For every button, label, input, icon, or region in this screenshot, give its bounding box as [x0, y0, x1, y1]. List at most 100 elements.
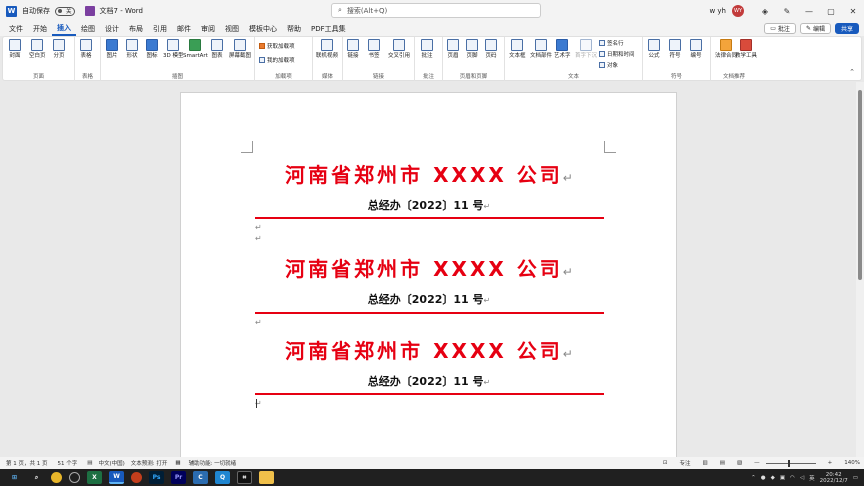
link-button[interactable]: 链接: [347, 39, 359, 59]
accessibility-status[interactable]: 辅助功能: 一切就绪: [189, 459, 237, 467]
symbol-button[interactable]: 符号: [669, 39, 681, 59]
word-icon[interactable]: W: [109, 471, 124, 484]
tab-home[interactable]: 开始: [28, 22, 52, 36]
autosave-toggle[interactable]: [55, 6, 75, 16]
focus-icon[interactable]: ⊡: [663, 460, 668, 466]
premiere-icon[interactable]: Pr: [171, 471, 186, 484]
chevron-up-icon[interactable]: ⌃: [751, 475, 756, 481]
my-addins-button[interactable]: 我的加载项: [259, 56, 295, 64]
print-layout-icon[interactable]: ▤: [720, 460, 725, 466]
quick-parts-button[interactable]: 文档部件: [530, 39, 552, 59]
page-break-button[interactable]: 分页: [53, 39, 65, 59]
text-prediction[interactable]: 文本预测: 打开: [131, 459, 168, 467]
avatar[interactable]: WY: [732, 5, 744, 17]
scrollbar-thumb[interactable]: [858, 90, 862, 280]
wifi-icon[interactable]: ◠: [790, 475, 795, 481]
table-button[interactable]: 表格: [80, 39, 92, 59]
restore-button[interactable]: ▢: [820, 0, 842, 22]
icons-button[interactable]: 图标: [146, 39, 158, 59]
tab-insert[interactable]: 插入: [52, 22, 76, 36]
object-button[interactable]: 对象: [599, 61, 618, 69]
tab-layout[interactable]: 布局: [124, 22, 148, 36]
word-count[interactable]: 51 个字: [58, 459, 78, 467]
equation-button[interactable]: 公式: [648, 39, 660, 59]
legal-contract-button[interactable]: 法律合同: [715, 39, 737, 59]
new-comment-button[interactable]: 批注: [421, 39, 433, 59]
search-icon[interactable]: ⌕: [29, 471, 44, 484]
tray-app-icon[interactable]: ●: [761, 475, 766, 481]
zoom-out-icon[interactable]: —: [754, 460, 760, 466]
tab-review[interactable]: 审阅: [196, 22, 220, 36]
language[interactable]: 中文(中国): [98, 459, 124, 467]
tab-references[interactable]: 引用: [148, 22, 172, 36]
screenshot-button[interactable]: 屏幕截图: [229, 39, 251, 59]
excel-icon[interactable]: X: [87, 471, 102, 484]
page-count[interactable]: 第 1 页，共 1 页: [6, 459, 48, 467]
user-name[interactable]: w yh: [709, 7, 726, 15]
3d-models-button[interactable]: 3D 模型: [163, 39, 183, 59]
chart-button[interactable]: 图表: [211, 39, 223, 59]
tab-design[interactable]: 设计: [100, 22, 124, 36]
editing-button[interactable]: ✎ 编辑: [799, 23, 831, 34]
tab-templates[interactable]: 模板中心: [244, 22, 282, 36]
picture-button[interactable]: 图片: [106, 39, 118, 59]
save-icon[interactable]: [84, 6, 95, 16]
cross-reference-button[interactable]: 交叉引用: [388, 39, 410, 59]
capcut-icon[interactable]: ⌗: [237, 471, 252, 484]
page-number-button[interactable]: 页码: [485, 39, 497, 59]
tab-help[interactable]: 帮助: [282, 22, 306, 36]
tab-file[interactable]: 文件: [4, 22, 28, 36]
zoom-level[interactable]: 140%: [844, 460, 860, 466]
close-button[interactable]: ✕: [842, 0, 864, 22]
date-time-button[interactable]: 日期和时间: [599, 50, 635, 58]
vertical-scrollbar[interactable]: [856, 82, 864, 457]
app-icon[interactable]: C: [193, 471, 208, 484]
start-icon[interactable]: ⊞: [7, 471, 22, 484]
focus-mode[interactable]: 专注: [680, 459, 691, 467]
notification-icon[interactable]: ▭: [853, 475, 858, 481]
proofing-icon[interactable]: ▤: [87, 460, 92, 466]
bookmark-button[interactable]: 书签: [368, 39, 380, 59]
online-video-button[interactable]: 联机视频: [316, 39, 338, 59]
smartart-button[interactable]: SmartArt: [183, 39, 208, 59]
get-addins-button[interactable]: 获取加载项: [259, 42, 295, 50]
number-button[interactable]: 编号: [690, 39, 702, 59]
tab-pdf[interactable]: PDF工具集: [306, 22, 351, 36]
folder-icon[interactable]: [259, 471, 274, 484]
powerpoint-icon[interactable]: [131, 472, 142, 483]
zoom-in-icon[interactable]: +: [828, 460, 833, 466]
security-icon[interactable]: ◆: [771, 475, 775, 481]
browser-icon[interactable]: [69, 472, 80, 483]
shapes-button[interactable]: 形状: [126, 39, 138, 59]
cover-button[interactable]: 封面: [9, 39, 21, 59]
share-button[interactable]: 共享: [834, 23, 859, 34]
blank-page-button[interactable]: 空白页: [29, 39, 46, 59]
drop-cap-button[interactable]: 首字下沉: [575, 39, 597, 59]
wordart-button[interactable]: 艺术字: [554, 39, 571, 59]
header-button[interactable]: 页眉: [447, 39, 459, 59]
photoshop-icon[interactable]: Ps: [149, 471, 164, 484]
document-page[interactable]: 河南省郑州市 XXXX 公司↵ 总经办〔2022〕11 号↵ ↵ ↵ 河南省郑州…: [180, 92, 677, 458]
textbox-button[interactable]: 文本框: [509, 39, 526, 59]
network-icon[interactable]: ▣: [780, 475, 785, 481]
messaging-icon[interactable]: Q: [215, 471, 230, 484]
footer-button[interactable]: 页脚: [466, 39, 478, 59]
web-layout-icon[interactable]: ▧: [737, 460, 742, 466]
search-box[interactable]: ⌕ 搜索(Alt+Q): [331, 3, 541, 18]
teaching-tools-button[interactable]: 教学工具: [735, 39, 757, 59]
tab-draw[interactable]: 绘图: [76, 22, 100, 36]
comments-button[interactable]: ▭ 批注: [764, 23, 796, 34]
tab-mailings[interactable]: 邮件: [172, 22, 196, 36]
tab-view[interactable]: 视图: [220, 22, 244, 36]
chrome-icon[interactable]: [51, 472, 62, 483]
macro-icon[interactable]: ▦: [175, 460, 180, 466]
signature-line-button[interactable]: 签名行: [599, 39, 624, 47]
pen-icon[interactable]: ✎: [776, 0, 798, 22]
diamond-icon[interactable]: ◈: [754, 0, 776, 22]
minimize-button[interactable]: —: [798, 0, 820, 22]
ime-icon[interactable]: 英: [809, 474, 815, 482]
volume-icon[interactable]: ◁: [800, 475, 804, 481]
read-mode-icon[interactable]: ▥: [703, 460, 708, 466]
zoom-slider[interactable]: [765, 459, 816, 467]
clock[interactable]: 20:42 2022/12/7: [820, 472, 848, 484]
